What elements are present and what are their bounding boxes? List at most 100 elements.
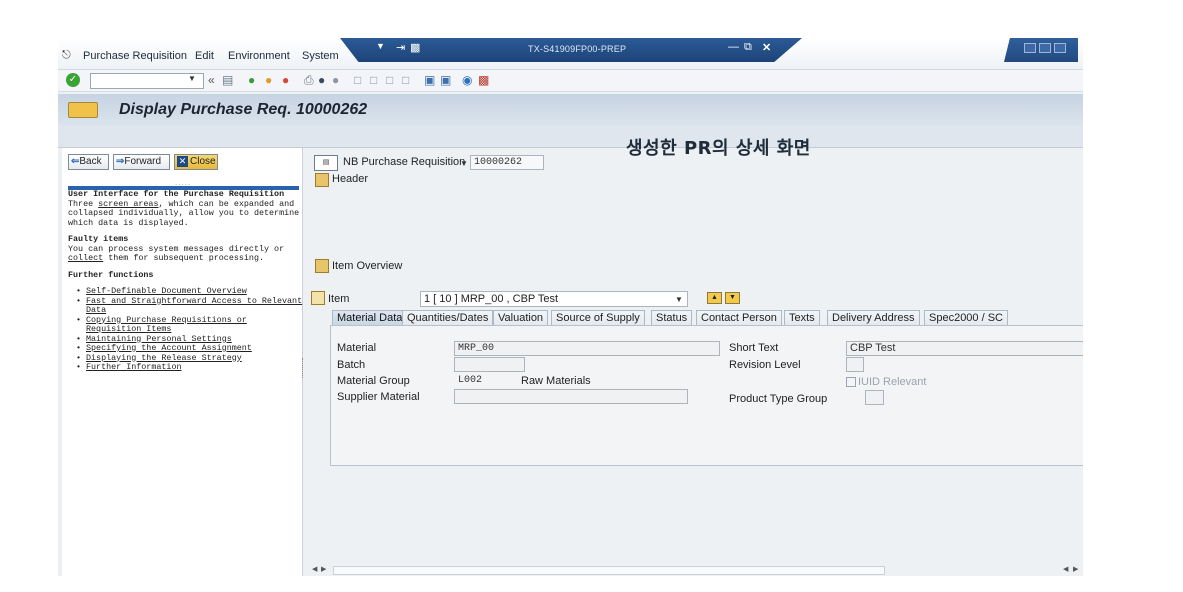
save-icon[interactable]: ▤: [222, 73, 233, 87]
tab-source-of-supply[interactable]: Source of Supply: [551, 310, 645, 326]
help-link-function[interactable]: Maintaining Personal Settings: [86, 334, 232, 344]
tab-status[interactable]: Status: [651, 310, 693, 326]
close-icon: ✕: [177, 156, 188, 167]
exit-icon[interactable]: ●: [265, 73, 272, 87]
collapse-icon[interactable]: «: [208, 73, 215, 87]
help-pane: ⇐Back ⇒Forward ✕ Close ..... User Interfa…: [62, 148, 303, 576]
document-type-dropdown-icon[interactable]: ▼: [460, 159, 468, 168]
next-item-button[interactable]: ▼: [725, 292, 740, 304]
material-label: Material: [337, 342, 377, 354]
restore-icon[interactable]: ⧉: [744, 41, 752, 54]
tab-quantities-dates[interactable]: Quantities/Dates: [402, 310, 494, 326]
close-window-icon[interactable]: ✕: [762, 41, 771, 54]
help-forward-button[interactable]: ⇒Forward: [113, 154, 170, 170]
menu-system[interactable]: System: [302, 50, 339, 62]
scroll-right-small-icon[interactable]: ▶: [321, 565, 326, 573]
minimize-icon[interactable]: —: [728, 41, 739, 53]
outer-minimize-icon[interactable]: [1024, 43, 1036, 53]
tab-delivery-address[interactable]: Delivery Address: [827, 310, 920, 326]
item-detail-collapse-icon[interactable]: [311, 291, 325, 305]
signal-icon: ▩: [410, 42, 421, 54]
tab-spec2000-sc[interactable]: Spec2000 / SC: [924, 310, 1008, 326]
material-field[interactable]: MRP_00: [454, 341, 720, 356]
sap-gui-window: ⎋ Purchase Requisition Edit Environment …: [58, 38, 1083, 576]
previous-item-button[interactable]: ▲: [707, 292, 722, 304]
back-icon[interactable]: ●: [248, 73, 255, 87]
help-link-function[interactable]: Specifying the Account Assignment: [86, 343, 252, 353]
menu-purchase-requisition[interactable]: Purchase Requisition: [83, 50, 187, 62]
previous-page-icon[interactable]: □: [370, 73, 377, 87]
product-type-group-field[interactable]: [865, 390, 884, 405]
document-type-select[interactable]: NB Purchase Requisition: [340, 155, 470, 171]
material-group-field[interactable]: L002: [454, 373, 514, 388]
scroll-left-icon[interactable]: ◀: [312, 565, 317, 573]
iuid-relevant-label: IUID Relevant: [858, 376, 927, 388]
enter-check-icon[interactable]: ✓: [66, 73, 80, 87]
help-functions-heading: Further functions: [68, 269, 154, 280]
item-select[interactable]: 1 [ 10 ] MRP_00 , CBP Test: [420, 291, 688, 307]
help-icon[interactable]: ◉: [462, 73, 472, 87]
revision-level-field[interactable]: [846, 357, 864, 372]
tab-texts[interactable]: Texts: [784, 310, 820, 326]
help-intro: Three screen areas, which can be expande…: [68, 198, 304, 229]
find-next-icon[interactable]: ●: [332, 73, 339, 87]
find-icon[interactable]: ●: [318, 73, 325, 87]
document-type-value: NB Purchase Requisition: [343, 156, 466, 168]
item-select-value: 1 [ 10 ] MRP_00 , CBP Test: [424, 293, 559, 305]
first-page-icon[interactable]: □: [354, 73, 361, 87]
transaction-icon: [68, 102, 98, 118]
help-link-function[interactable]: Self-Definable Document Overview: [86, 286, 247, 296]
item-overview-expand-icon[interactable]: [315, 259, 329, 273]
help-close-button[interactable]: ✕ Close: [174, 154, 218, 170]
help-content: User Interface for the Purchase Requisit…: [68, 189, 304, 373]
tab-material-data[interactable]: Material Data: [332, 310, 408, 326]
batch-field[interactable]: [454, 357, 525, 372]
scroll-track[interactable]: [333, 566, 885, 575]
document-number-field[interactable]: 10000262: [470, 155, 544, 170]
last-page-icon[interactable]: □: [402, 73, 409, 87]
supplier-material-field[interactable]: [454, 389, 688, 404]
help-link-function[interactable]: Further Information: [86, 362, 182, 372]
print-icon[interactable]: ⎙: [304, 73, 314, 88]
menu-bar: ⎋ Purchase Requisition Edit Environment …: [58, 38, 1083, 70]
help-link-function[interactable]: Copying Purchase Requisitions or Requisi…: [86, 315, 247, 335]
command-field[interactable]: [90, 73, 204, 89]
tab-valuation[interactable]: Valuation: [493, 310, 549, 326]
screen: ⎋ Purchase Requisition Edit Environment …: [0, 0, 1183, 592]
short-text-field[interactable]: CBP Test: [846, 341, 1083, 356]
help-link-function[interactable]: Fast and Straightforward Access to Relev…: [86, 296, 302, 316]
item-overview-label[interactable]: Item Overview: [332, 260, 402, 272]
revision-level-label: Revision Level: [729, 359, 801, 371]
command-dropdown-icon[interactable]: ▼: [188, 74, 196, 83]
cancel-icon[interactable]: ●: [282, 73, 289, 87]
dropdown-arrow-icon[interactable]: ▼: [376, 41, 385, 51]
next-page-icon[interactable]: □: [386, 73, 393, 87]
pin-icon[interactable]: ⇥: [396, 41, 405, 54]
help-intro-prefix: Three: [68, 198, 99, 209]
help-back-button[interactable]: ⇐Back: [68, 154, 109, 170]
iuid-relevant-checkbox[interactable]: [846, 377, 856, 387]
new-session-icon[interactable]: ▣: [424, 73, 435, 87]
tab-contact-person[interactable]: Contact Person: [696, 310, 782, 326]
header-expand-icon[interactable]: [315, 173, 329, 187]
layout-menu-icon[interactable]: ▩: [478, 73, 489, 87]
menu-icon[interactable]: ⎋: [62, 49, 71, 62]
scroll-left-end-icon[interactable]: ◀: [1063, 565, 1068, 573]
item-dropdown-icon[interactable]: ▼: [675, 295, 683, 304]
short-text-value: CBP Test: [850, 342, 896, 354]
material-value: MRP_00: [458, 343, 495, 354]
supplier-material-label: Supplier Material: [337, 391, 420, 403]
help-link-collect[interactable]: collect: [68, 253, 103, 263]
horizontal-scrollbar[interactable]: ◀ ▶ ◀ ▶: [306, 565, 1083, 576]
menu-edit[interactable]: Edit: [195, 50, 214, 62]
outer-close-icon[interactable]: [1054, 43, 1066, 53]
shortcut-icon[interactable]: ▣: [440, 73, 451, 87]
material-group-value: L002: [458, 375, 483, 386]
menu-environment[interactable]: Environment: [228, 50, 290, 62]
help-link-function[interactable]: Displaying the Release Strategy: [86, 353, 242, 363]
scroll-right-icon[interactable]: ▶: [1073, 565, 1078, 573]
help-link-screen-areas[interactable]: screen areas: [98, 199, 158, 209]
document-type-icon: ▤: [314, 155, 338, 171]
outer-maximize-icon[interactable]: [1039, 43, 1051, 53]
header-label[interactable]: Header: [332, 173, 368, 185]
